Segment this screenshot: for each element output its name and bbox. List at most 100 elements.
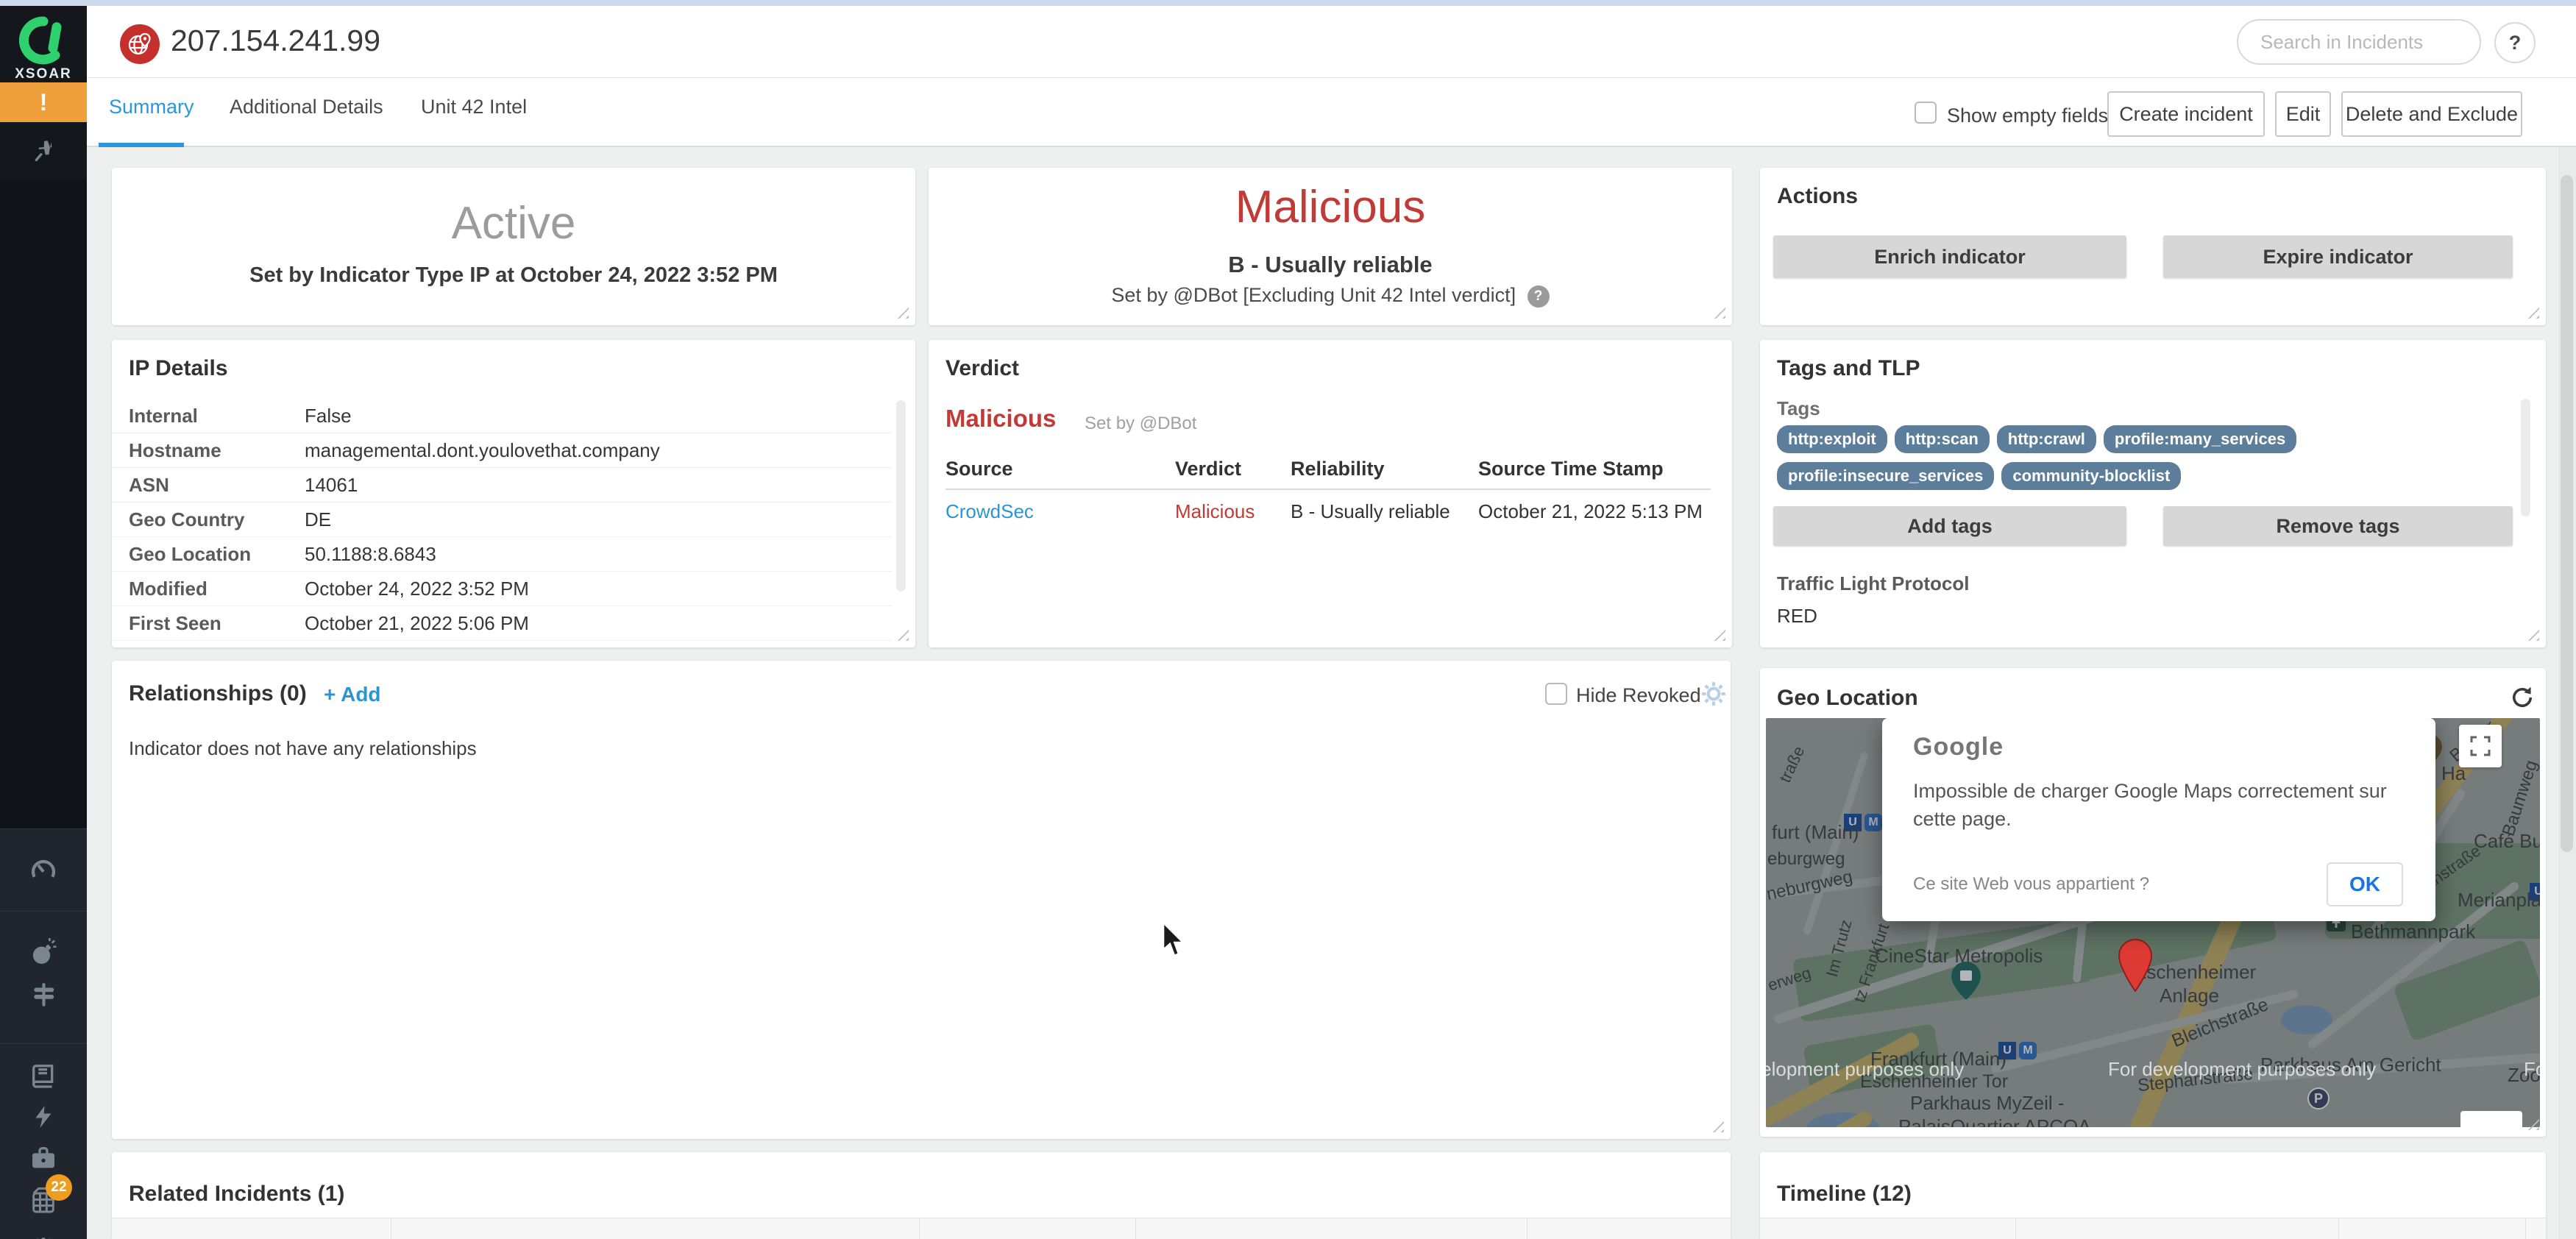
ip-details-title: IP Details bbox=[129, 356, 228, 381]
refresh-icon[interactable] bbox=[2509, 684, 2536, 714]
relationships-card: Relationships (0) + Add Hide Revoked Ind… bbox=[112, 661, 1731, 1139]
verdict-badge: Malicious bbox=[945, 405, 1056, 433]
hide-revoked-checkbox[interactable] bbox=[1545, 683, 1567, 705]
timeline-table-header bbox=[1760, 1218, 2546, 1239]
tags-tlp-card: Tags and TLP Tags http:exploithttp:scanh… bbox=[1760, 340, 2546, 647]
dashboard-gauge-icon[interactable] bbox=[27, 854, 60, 887]
ip-detail-row: Hostnamemanagemental.dont.youlovethat.co… bbox=[112, 433, 892, 468]
dialog-question[interactable]: Ce site Web vous appartient ? bbox=[1913, 874, 2149, 895]
xsoar-logo-icon[interactable] bbox=[19, 16, 68, 65]
edit-button[interactable]: Edit bbox=[2275, 91, 2331, 137]
resize-handle-icon[interactable] bbox=[2525, 305, 2539, 319]
marketplace-count-badge: 22 bbox=[46, 1174, 72, 1201]
verdict-card: Verdict Malicious Set by @DBot Source Ve… bbox=[929, 340, 1732, 647]
source-link[interactable]: CrowdSec bbox=[945, 500, 1034, 523]
dialog-ok-button[interactable]: OK bbox=[2327, 862, 2403, 906]
sidebar-section-incidents bbox=[0, 911, 87, 1043]
row-verdict: Malicious bbox=[1175, 500, 1255, 523]
map-control-button[interactable] bbox=[2460, 1111, 2522, 1127]
tag-pill[interactable]: profile:insecure_services bbox=[1777, 462, 1994, 490]
playbooks-book-icon[interactable] bbox=[27, 1059, 60, 1092]
ip-details-card: IP Details InternalFalseHostnamemanageme… bbox=[112, 340, 915, 647]
page-header bbox=[87, 6, 2576, 78]
sidebar-item-alerts[interactable]: ! bbox=[0, 82, 87, 122]
status-card: Active Set by Indicator Type IP at Octob… bbox=[112, 168, 915, 325]
ip-detail-row: InternalFalse bbox=[112, 399, 892, 433]
active-tab-underline bbox=[99, 143, 184, 147]
table-header-divider bbox=[945, 489, 1711, 490]
related-incidents-card: Related Incidents (1) bbox=[112, 1152, 1731, 1239]
timeline-card: Timeline (12) bbox=[1760, 1152, 2546, 1239]
tab-summary[interactable]: Summary bbox=[109, 96, 194, 118]
sidebar: XSOAR ! 22 bbox=[0, 6, 87, 1239]
help-button[interactable]: ? bbox=[2494, 22, 2536, 63]
ip-detail-row: First SeenOctober 21, 2022 5:06 PM bbox=[112, 606, 892, 641]
threat-bomb-icon[interactable] bbox=[27, 937, 60, 969]
tab-unit42-intel[interactable]: Unit 42 Intel bbox=[421, 96, 527, 118]
tag-pill[interactable]: http:scan bbox=[1895, 425, 1990, 453]
resize-handle-icon[interactable] bbox=[1711, 627, 1725, 641]
resize-handle-icon[interactable] bbox=[895, 627, 909, 641]
automation-bolt-icon[interactable] bbox=[27, 1101, 60, 1133]
ip-detail-row: ModifiedOctober 24, 2022 3:52 PM bbox=[112, 572, 892, 606]
search-placeholder: Search in Incidents bbox=[2260, 31, 2423, 54]
tag-pill[interactable]: profile:many_services bbox=[2104, 425, 2296, 453]
col-source[interactable]: Source bbox=[945, 458, 1013, 480]
jobs-briefcase-icon[interactable] bbox=[27, 1142, 60, 1174]
enrich-indicator-button[interactable]: Enrich indicator bbox=[1773, 235, 2126, 278]
xsoar-indicator-screen: XSOAR ! 22 bbox=[0, 0, 2576, 1239]
ip-detail-row: Geo CountryDE bbox=[112, 503, 892, 537]
google-map[interactable]: U M U M U P traßefurt (Main)eburgwegnebu… bbox=[1766, 718, 2540, 1127]
col-reliability[interactable]: Reliability bbox=[1291, 458, 1385, 480]
tag-pill[interactable]: http:exploit bbox=[1777, 425, 1887, 453]
map-marker-pin[interactable] bbox=[2118, 939, 2152, 995]
xsoar-logo-text: XSOAR bbox=[0, 66, 87, 82]
map-fullscreen-button[interactable] bbox=[2459, 725, 2502, 767]
google-logo: Google bbox=[1913, 733, 2004, 761]
expire-indicator-button[interactable]: Expire indicator bbox=[2163, 235, 2513, 278]
tag-pill[interactable]: http:crawl bbox=[1997, 425, 2096, 453]
relationships-empty-message: Indicator does not have any relationship… bbox=[129, 737, 477, 760]
search-input[interactable]: Search in Incidents bbox=[2237, 19, 2481, 65]
resize-handle-icon[interactable] bbox=[895, 305, 909, 319]
row-timestamp: October 21, 2022 5:13 PM bbox=[1478, 500, 1703, 523]
card-scrollbar-thumb[interactable] bbox=[896, 400, 906, 592]
relationships-gear-icon[interactable] bbox=[1700, 680, 1728, 711]
card-scrollbar-thumb[interactable] bbox=[2521, 399, 2530, 516]
status-value: Active bbox=[112, 197, 915, 249]
actions-card: Actions Enrich indicator Expire indicato… bbox=[1760, 168, 2546, 325]
tlp-value: RED bbox=[1777, 605, 1817, 628]
pin-icon[interactable] bbox=[27, 135, 60, 168]
tags-label: Tags bbox=[1777, 397, 1820, 420]
ip-detail-row: ASN14061 bbox=[112, 468, 892, 503]
google-maps-error-dialog: Google Impossible de charger Google Maps… bbox=[1882, 718, 2435, 921]
col-source-timestamp[interactable]: Source Time Stamp bbox=[1478, 458, 1664, 480]
sidebar-spacer bbox=[0, 180, 87, 828]
remove-tags-button[interactable]: Remove tags bbox=[2163, 506, 2513, 546]
verdict-help-icon[interactable]: ? bbox=[1527, 285, 1550, 308]
add-relationship-link[interactable]: + Add bbox=[324, 683, 381, 706]
settings-partial-icon[interactable] bbox=[27, 1227, 60, 1239]
tab-additional-details[interactable]: Additional Details bbox=[230, 96, 383, 118]
add-tags-button[interactable]: Add tags bbox=[1773, 506, 2126, 546]
page-scrollbar-thumb[interactable] bbox=[2561, 175, 2573, 852]
map-watermark: For development purposes only bbox=[2524, 1058, 2540, 1081]
verdict-value: Malicious bbox=[929, 181, 1732, 233]
resize-handle-icon[interactable] bbox=[2525, 627, 2539, 641]
col-verdict[interactable]: Verdict bbox=[1175, 458, 1241, 480]
delete-and-exclude-button[interactable]: Delete and Exclude bbox=[2341, 91, 2522, 137]
resize-handle-icon[interactable] bbox=[1710, 1118, 1724, 1132]
page-title: 207.154.241.99 bbox=[171, 24, 380, 58]
relationships-title: Relationships (0) bbox=[129, 681, 307, 706]
geo-location-title: Geo Location bbox=[1777, 686, 1918, 711]
ip-indicator-icon bbox=[120, 24, 160, 64]
dialog-message: Impossible de charger Google Maps correc… bbox=[1913, 777, 2399, 833]
signpost-icon[interactable] bbox=[27, 979, 60, 1011]
window-top-strip bbox=[0, 0, 2576, 6]
timeline-title: Timeline (12) bbox=[1777, 1182, 1912, 1207]
tags-list: http:exploit http:scanhttp:crawl profile:m… bbox=[1777, 425, 2513, 499]
create-incident-button[interactable]: Create incident bbox=[2107, 91, 2265, 137]
tag-pill[interactable]: community-blocklist bbox=[2001, 462, 2181, 490]
show-empty-fields-checkbox[interactable] bbox=[1915, 102, 1937, 124]
map-watermark: For development purposes only bbox=[1766, 1058, 1964, 1081]
